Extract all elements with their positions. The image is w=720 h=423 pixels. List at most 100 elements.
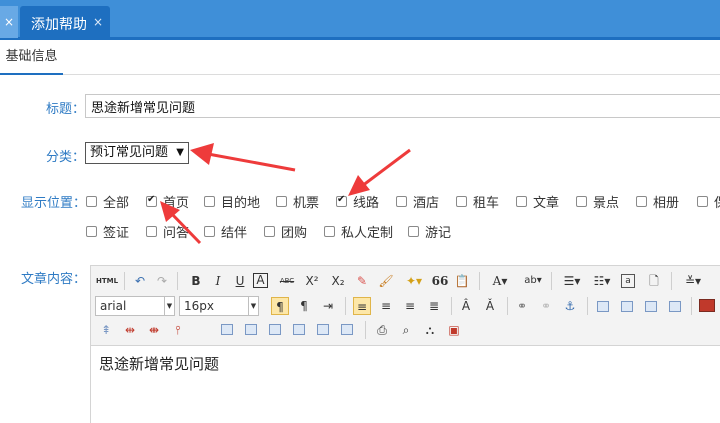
unordered-list-icon[interactable]: ☷▾ (589, 272, 615, 290)
checkbox-box[interactable] (516, 196, 527, 207)
checkbox-article[interactable]: 文章 (516, 192, 559, 211)
image-left-icon[interactable] (597, 301, 609, 312)
split-rows-icon[interactable] (317, 324, 329, 335)
checkbox-box[interactable] (264, 226, 275, 237)
checkbox-insurance[interactable]: 保 (697, 192, 720, 211)
document-icon[interactable]: 🗋 (645, 272, 663, 290)
eraser-icon[interactable]: ✎ (353, 272, 371, 290)
insert-image-icon[interactable] (699, 299, 715, 312)
font-border-button[interactable]: A (253, 273, 268, 288)
insert-row-icon[interactable]: ⇞ (97, 321, 115, 339)
font-family-select[interactable]: arial ▼ (95, 296, 175, 316)
checkbox-box[interactable] (408, 226, 419, 237)
previous-tab-close-icon[interactable]: × (0, 6, 18, 38)
underline-button[interactable]: U (231, 272, 249, 290)
align-justify-icon[interactable]: ≣ (425, 297, 443, 315)
superscript-button[interactable]: X² (301, 272, 323, 290)
checkbox-box[interactable] (576, 196, 587, 207)
category-select[interactable]: 预订常见问题 ▼ (85, 142, 189, 164)
ltr-direction-icon[interactable]: ¶ (271, 297, 289, 315)
align-right-icon[interactable]: ≡ (401, 297, 419, 315)
strikethrough-button[interactable]: ABC (275, 272, 299, 290)
image-none-icon[interactable] (621, 301, 633, 312)
font-color-button[interactable]: A▾ (487, 272, 513, 290)
checkbox-box[interactable] (324, 226, 335, 237)
insert-text-icon[interactable]: a (621, 274, 635, 288)
checkbox-route[interactable]: 线路 (336, 192, 379, 211)
toolbar-divider (587, 297, 588, 315)
print-icon[interactable]: ⎙ (373, 321, 391, 339)
toolbar-divider (551, 272, 552, 290)
subscript-button[interactable]: X₂ (327, 272, 349, 290)
editor-content[interactable]: 思途新增常见问题 (99, 353, 219, 374)
link-icon[interactable]: ⚭ (513, 297, 531, 315)
checkbox-car-rental[interactable]: 租车 (456, 192, 499, 211)
checkbox-box[interactable] (636, 196, 647, 207)
merge-right-icon[interactable] (245, 324, 257, 335)
checkbox-destination[interactable]: 目的地 (204, 192, 260, 211)
redo-icon[interactable]: ↷ (153, 272, 171, 290)
checkbox-flight[interactable]: 机票 (276, 192, 319, 211)
anchor-icon[interactable]: ⚓ (561, 297, 579, 315)
checkbox-box[interactable] (396, 196, 407, 207)
checkbox-box[interactable] (276, 196, 287, 207)
blockquote-button[interactable]: 66 (431, 272, 449, 290)
image-right-icon[interactable] (645, 301, 657, 312)
unlink-icon[interactable]: ⚭ (537, 297, 555, 315)
insert-col-icon[interactable]: ⇹ (121, 321, 139, 339)
checkbox-box[interactable] (456, 196, 467, 207)
checkbox-group-buy[interactable]: 团购 (264, 222, 307, 241)
checkbox-companion[interactable]: 结伴 (204, 222, 247, 241)
image-center-icon[interactable] (669, 301, 681, 312)
merge-cells-icon[interactable] (221, 324, 233, 335)
checkbox-box[interactable] (86, 196, 97, 207)
checkbox-custom-tour[interactable]: 私人定制 (324, 222, 393, 241)
delete-col-icon[interactable]: ⫯ (169, 321, 187, 339)
undo-icon[interactable]: ↶ (131, 272, 149, 290)
checkbox-box[interactable] (146, 226, 157, 237)
align-left-icon[interactable]: ≡ (353, 297, 371, 315)
checkbox-hotel[interactable]: 酒店 (396, 192, 439, 211)
checkbox-box[interactable] (336, 194, 347, 207)
line-height-icon[interactable]: ≚▾ (679, 272, 707, 290)
checkbox-label: 全部 (103, 196, 130, 211)
merge-down-icon[interactable] (269, 324, 281, 335)
align-center-icon[interactable]: ≡ (377, 297, 395, 315)
title-input[interactable] (85, 94, 720, 118)
lowercase-icon[interactable]: Ǎ (481, 297, 499, 315)
checkbox-attraction[interactable]: 景点 (576, 192, 619, 211)
split-cols-icon[interactable] (341, 324, 353, 335)
search-replace-icon[interactable]: ⛬ (421, 321, 439, 339)
format-brush-icon[interactable]: 🖌 (377, 272, 395, 290)
checkbox-box[interactable] (204, 196, 215, 207)
highlight-color-icon[interactable]: ab▾ (519, 272, 547, 290)
rtl-direction-icon[interactable]: ¶ (295, 297, 313, 315)
checkbox-qa[interactable]: 问答 (146, 222, 189, 241)
magic-wand-icon[interactable]: ✦▾ (401, 272, 427, 290)
checkbox-travel-notes[interactable]: 游记 (408, 222, 451, 241)
checkbox-all[interactable]: 全部 (86, 192, 129, 211)
bold-button[interactable]: B (187, 272, 205, 290)
checkbox-album[interactable]: 相册 (636, 192, 679, 211)
italic-button[interactable]: I (209, 272, 227, 290)
checkbox-box[interactable] (86, 226, 97, 237)
split-cells-icon[interactable] (293, 324, 305, 335)
tab-bar: × 添加帮助 × (0, 0, 720, 40)
checkbox-visa[interactable]: 签证 (86, 222, 129, 241)
delete-row-icon[interactable]: ⇼ (145, 321, 163, 339)
html-source-button[interactable]: HTML (96, 272, 118, 290)
checkbox-box[interactable] (697, 196, 708, 207)
indent-icon[interactable]: ⇥ (319, 297, 337, 315)
tab-close-icon[interactable]: × (93, 15, 103, 29)
ordered-list-icon[interactable]: ☰▾ (559, 272, 585, 290)
checkbox-home[interactable]: 首页 (146, 192, 189, 211)
tab-basic-info[interactable]: 基础信息 (0, 43, 63, 75)
tab-add-help[interactable]: 添加帮助 × (20, 6, 110, 40)
checkbox-box[interactable] (204, 226, 215, 237)
uppercase-icon[interactable]: Â (457, 297, 475, 315)
checkbox-box[interactable] (146, 194, 157, 207)
font-size-select[interactable]: 16px ▼ (179, 296, 259, 316)
draft-icon[interactable]: ▣ (445, 321, 463, 339)
preview-icon[interactable]: ⌕ (397, 321, 415, 339)
paste-text-icon[interactable]: 📋 (453, 272, 471, 290)
